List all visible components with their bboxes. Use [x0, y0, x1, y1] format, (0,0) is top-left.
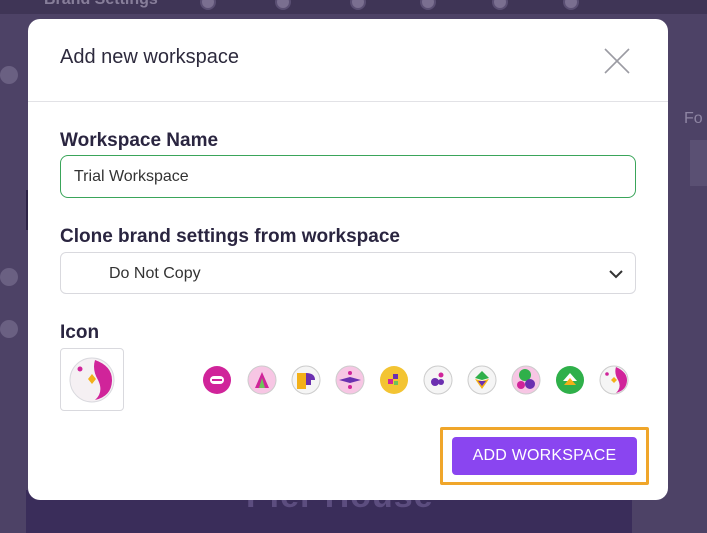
- background-side-box: [690, 140, 707, 186]
- background-page-title: Brand Settings: [44, 0, 158, 9]
- clone-settings-select[interactable]: Do Not Copy: [60, 252, 636, 294]
- pink-half-circle-icon: [69, 357, 115, 403]
- selected-icon-preview: [60, 348, 124, 411]
- modal-title: Add new workspace: [60, 46, 239, 68]
- green-diamond-icon[interactable]: [467, 365, 497, 395]
- add-workspace-button[interactable]: ADD WORKSPACE: [452, 437, 637, 475]
- background-check-icon: [0, 320, 18, 338]
- purple-dots-icon[interactable]: [423, 365, 453, 395]
- yellow-blocks-icon[interactable]: [379, 365, 409, 395]
- magenta-e-icon[interactable]: [202, 365, 232, 395]
- clone-settings-value: Do Not Copy: [109, 265, 201, 282]
- close-icon[interactable]: [603, 47, 631, 75]
- add-workspace-modal: Add new workspace Workspace Name Clone b…: [28, 19, 668, 500]
- chevron-down-icon: [609, 270, 623, 279]
- workspace-name-label: Workspace Name: [60, 130, 219, 151]
- background-check-icon: [0, 66, 18, 84]
- workspace-name-input[interactable]: [60, 155, 636, 198]
- background-check-icon: [0, 268, 18, 286]
- background-side-text: Fo: [684, 110, 703, 127]
- yellow-purple-shape-icon[interactable]: [291, 365, 321, 395]
- clone-settings-label: Clone brand settings from workspace: [60, 226, 400, 247]
- green-arrow-icon[interactable]: [555, 365, 585, 395]
- pink-mountain-icon[interactable]: [247, 365, 277, 395]
- icon-label: Icon: [60, 322, 100, 343]
- pink-green-blob-icon[interactable]: [511, 365, 541, 395]
- pink-half-circle-icon[interactable]: [599, 365, 629, 395]
- purple-diamond-icon[interactable]: [335, 365, 365, 395]
- modal-header: Add new workspace: [28, 19, 668, 102]
